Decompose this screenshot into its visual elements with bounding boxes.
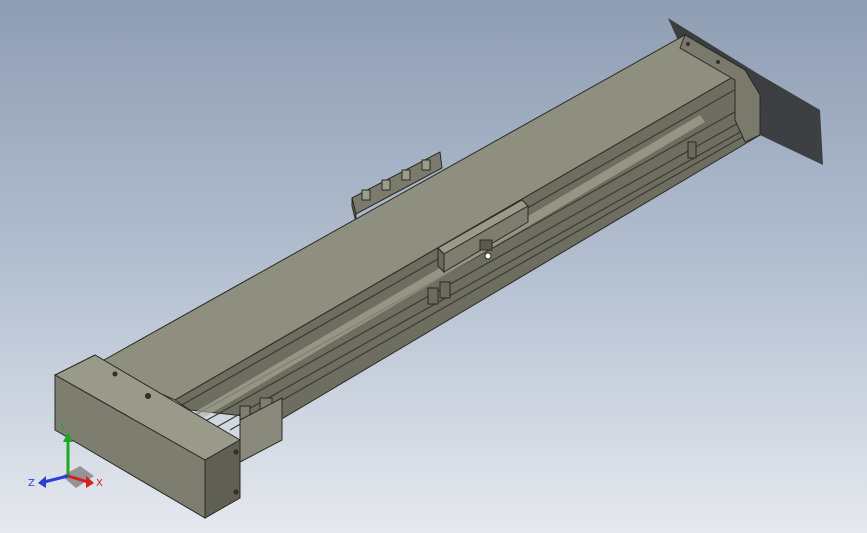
linear-module-model[interactable]	[0, 0, 867, 533]
x-axis-label: X	[96, 478, 103, 489]
y-axis-arrow-icon	[63, 432, 73, 442]
z-axis-label: Z	[28, 478, 35, 489]
coordinate-triad: Y X Z	[28, 422, 103, 489]
rail-top-face	[93, 34, 746, 401]
z-axis-arrow-icon	[38, 476, 46, 488]
cad-viewport[interactable]: Y X Z	[0, 0, 867, 533]
z-axis-line	[43, 474, 69, 484]
y-axis-label: Y	[59, 422, 67, 433]
